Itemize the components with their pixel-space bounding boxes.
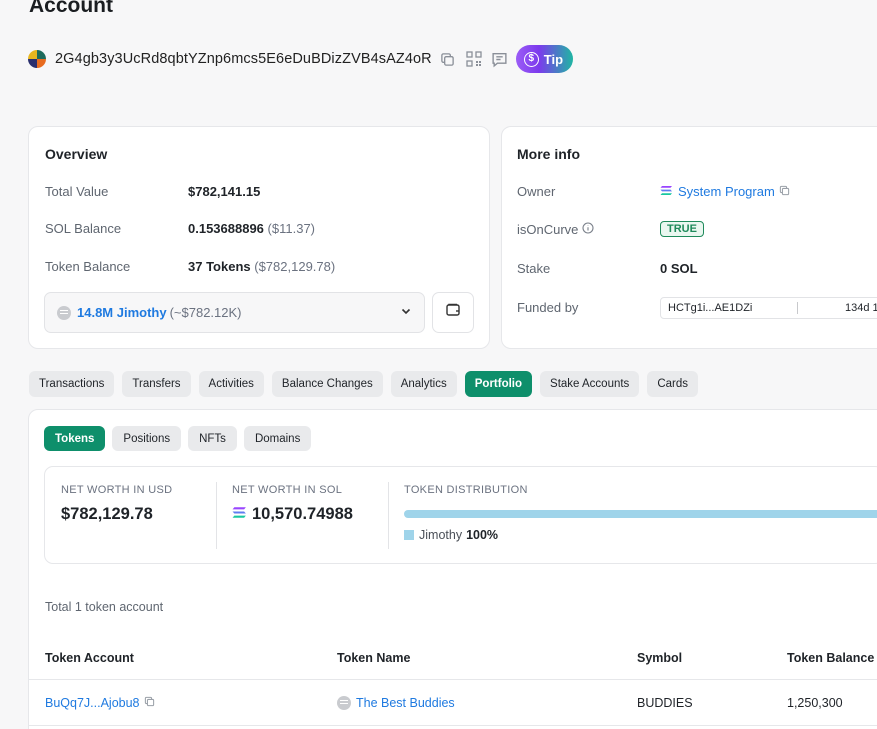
token-distribution-legend: Jimothy 100% [404,528,498,542]
oncurve-label-wrap: isOnCurve [517,222,594,237]
net-worth-usd-label: NET WORTH IN USD [61,484,173,496]
address-row: 2G4gb3y3UcRd8qbtYZnp6mcs5E6eDuBDizZVB4sA… [28,44,574,74]
qr-code-icon[interactable] [464,49,484,69]
token-balance: 37 Tokens ($782,129.78) [188,259,336,274]
account-tabs: Transactions Transfers Activities Balanc… [29,371,698,397]
divider [388,482,389,549]
funded-address[interactable]: HCTg1i...AE1DZi [661,302,798,314]
owner-value: System Program [660,184,790,199]
col-token-balance: Token Balance [787,651,875,665]
overview-title: Overview [45,146,108,162]
token-coin-icon [57,305,71,320]
owner-label: Owner [517,184,556,199]
tab-transactions[interactable]: Transactions [29,371,115,397]
token-name-cell: The Best Buddies [337,696,455,710]
more-info-card: More info Owner System Program isOnCurve… [501,126,877,349]
net-worth-sol-value: 10,570.74988 [252,505,353,523]
subtab-nfts[interactable]: NFTs [188,426,237,451]
token-coin-icon [337,696,351,710]
col-symbol: Symbol [637,651,683,665]
token-select-amount: 14.8M Jimothy [77,305,167,320]
more-info-title: More info [517,146,580,162]
subtab-tokens[interactable]: Tokens [44,426,106,451]
tab-analytics[interactable]: Analytics [390,371,457,397]
token-select-dropdown[interactable]: 14.8M Jimothy (~$782.12K) [44,292,425,333]
copy-icon[interactable] [438,49,458,69]
table-row: BuQq7J...Ajobu8 The Best Buddies BUDDIES… [29,680,877,726]
token-distribution-label: TOKEN DISTRIBUTION [404,484,528,496]
oncurve-badge: TRUE [660,221,704,237]
tip-button[interactable]: $ Tip [515,45,574,73]
info-icon[interactable] [582,222,594,237]
col-token-account: Token Account [45,651,134,665]
wallet-icon [445,302,461,323]
oncurve-value: TRUE [660,220,704,237]
total-value-label: Total Value [45,184,109,199]
net-worth-usd: NET WORTH IN USD $782,129.78 [61,484,172,524]
tab-stake-accounts[interactable]: Stake Accounts [540,371,640,397]
total-token-accounts: Total 1 token account [45,600,164,614]
wallet-button[interactable] [432,292,474,333]
token-table-header: Token Account Token Name Symbol Token Ba… [29,638,877,680]
account-address: 2G4gb3y3UcRd8qbtYZnp6mcs5E6eDuBDizZVB4sA… [55,51,432,67]
portfolio-card: Tokens Positions NFTs Domains NET WORTH … [28,409,877,729]
legend-swatch [404,530,414,540]
account-avatar [28,50,46,68]
tab-portfolio[interactable]: Portfolio [464,371,533,397]
token-name-link[interactable]: The Best Buddies [356,696,455,710]
token-symbol: BUDDIES [637,696,693,710]
col-token-name: Token Name [337,651,411,665]
total-value: $782,141.15 [188,184,261,199]
token-account-cell: BuQq7J...Ajobu8 [45,696,155,710]
net-worth-sol-row: 10,570.74988 [232,505,353,524]
page-title: Account [29,0,113,17]
legend-token-pct: 100% [466,528,499,542]
token-distribution-bar[interactable] [404,510,877,518]
divider [216,482,217,549]
copy-icon[interactable] [779,184,790,199]
net-worth-usd-value: $782,129.78 [61,505,153,523]
token-account-link[interactable]: BuQq7J...Ajobu8 [45,696,140,710]
stake-label: Stake [517,261,551,276]
tab-balance-changes[interactable]: Balance Changes [271,371,383,397]
solana-icon [660,184,673,199]
overview-card: Overview Total Value $782,141.15 SOL Bal… [28,126,490,349]
token-balance-label: Token Balance [45,259,131,274]
net-worth-panel: NET WORTH IN USD $782,129.78 NET WORTH I… [44,466,877,564]
sol-balance-label: SOL Balance [45,221,122,236]
funded-by-box[interactable]: HCTg1i...AE1DZi 134d 1 [660,297,877,319]
solana-icon [232,505,247,524]
legend-token-name: Jimothy [419,528,463,542]
copy-icon[interactable] [144,696,155,710]
dollar-icon: $ [523,51,539,67]
token-select-usd: (~$782.12K) [169,305,242,320]
portfolio-subtabs: Tokens Positions NFTs Domains [44,426,312,451]
chevron-down-icon [400,305,412,320]
message-icon[interactable] [490,49,510,69]
tip-label: Tip [543,51,564,67]
oncurve-label: isOnCurve [517,222,579,237]
tab-cards[interactable]: Cards [647,371,698,397]
subtab-positions[interactable]: Positions [112,426,182,451]
net-worth-sol: NET WORTH IN SOL 10,570.74988 [232,484,353,524]
funded-label: Funded by [517,300,579,315]
net-worth-sol-label: NET WORTH IN SOL [232,484,343,496]
sol-balance: 0.153688896 ($11.37) [188,221,316,236]
owner-link[interactable]: System Program [678,184,775,199]
token-distribution: TOKEN DISTRIBUTION [404,484,528,496]
tab-activities[interactable]: Activities [198,371,264,397]
token-balance-cell: 1,250,300 [787,696,843,710]
funded-age: 134d 1 [845,302,877,314]
subtab-domains[interactable]: Domains [243,426,312,451]
tab-transfers[interactable]: Transfers [122,371,191,397]
stake-value: 0 SOL [660,261,698,276]
